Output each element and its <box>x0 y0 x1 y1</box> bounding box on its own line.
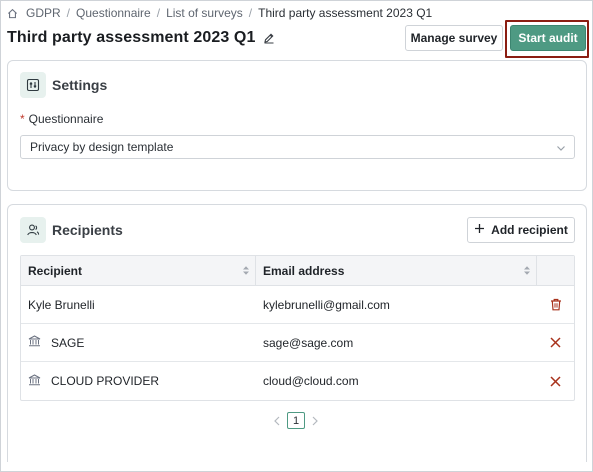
start-audit-button[interactable]: Start audit <box>510 25 586 51</box>
table-row: CLOUD PROVIDER cloud@cloud.com <box>21 362 574 400</box>
recipient-name: Kyle Brunelli <box>28 297 95 312</box>
table-row: Kyle Brunelli kylebrunelli@gmail.com <box>21 286 574 324</box>
page-header: Third party assessment 2023 Q1 <box>7 29 275 47</box>
edit-pencil-icon[interactable] <box>263 32 275 44</box>
column-header-label: Email address <box>263 263 345 278</box>
chevron-left-icon[interactable] <box>273 416 281 426</box>
table-row: SAGE sage@sage.com <box>21 324 574 362</box>
recipients-card: Recipients Add recipient Recipient Email… <box>7 204 587 462</box>
column-header-actions <box>537 256 574 285</box>
recipients-table: Recipient Email address Kyle Brunelli ky… <box>20 255 575 401</box>
breadcrumb-separator: / <box>66 6 71 20</box>
breadcrumb-questionnaire[interactable]: Questionnaire <box>76 6 151 20</box>
settings-title: Settings <box>52 77 108 93</box>
users-icon <box>20 217 46 243</box>
actions-cell <box>537 298 574 311</box>
recipient-cell: SAGE <box>21 335 256 350</box>
page-title: Third party assessment 2023 Q1 <box>7 29 256 46</box>
recipient-cell: CLOUD PROVIDER <box>21 373 256 389</box>
institution-icon <box>28 335 41 350</box>
settings-sliders-icon <box>20 72 46 98</box>
recipient-email: sage@sage.com <box>263 335 354 350</box>
email-cell: sage@sage.com <box>256 336 537 350</box>
questionnaire-select[interactable]: Privacy by design template <box>20 135 575 159</box>
close-icon[interactable] <box>550 375 561 387</box>
questionnaire-select-value: Privacy by design template <box>30 140 174 154</box>
trash-icon[interactable] <box>550 298 562 311</box>
questionnaire-label-text: Questionnaire <box>28 112 104 126</box>
chevron-right-icon[interactable] <box>311 416 319 426</box>
recipient-cell: Kyle Brunelli <box>21 298 256 312</box>
recipient-name: CLOUD PROVIDER <box>51 374 160 388</box>
plus-icon <box>474 223 485 237</box>
page-number-button[interactable]: 1 <box>287 412 305 429</box>
breadcrumb-current: Third party assessment 2023 Q1 <box>258 6 433 20</box>
recipients-title: Recipients <box>52 222 123 238</box>
recipient-name: SAGE <box>51 335 85 350</box>
close-icon[interactable] <box>550 337 561 348</box>
sort-icon[interactable] <box>523 265 531 279</box>
required-marker: * <box>20 112 25 126</box>
pagination: 1 <box>273 412 319 429</box>
settings-card: Settings * Questionnaire Privacy by desig… <box>7 60 587 191</box>
table-header: Recipient Email address <box>21 256 574 286</box>
recipient-email: cloud@cloud.com <box>263 374 359 388</box>
recipient-email: kylebrunelli@gmail.com <box>263 297 390 312</box>
questionnaire-label: * Questionnaire <box>20 112 103 126</box>
email-cell: kylebrunelli@gmail.com <box>256 298 537 312</box>
breadcrumb-list-of-surveys[interactable]: List of surveys <box>166 6 243 20</box>
manage-survey-button[interactable]: Manage survey <box>405 25 503 51</box>
column-header-recipient[interactable]: Recipient <box>21 256 256 285</box>
add-recipient-button[interactable]: Add recipient <box>467 217 575 243</box>
home-icon[interactable] <box>7 8 18 19</box>
institution-icon <box>28 373 41 389</box>
breadcrumb-separator: / <box>156 6 161 20</box>
actions-cell <box>537 337 574 348</box>
column-header-email[interactable]: Email address <box>256 256 537 285</box>
chevron-down-icon <box>556 142 566 156</box>
breadcrumb-gdpr[interactable]: GDPR <box>26 6 61 20</box>
breadcrumb-separator: / <box>248 6 253 20</box>
breadcrumb: GDPR / Questionnaire / List of surveys /… <box>7 6 432 20</box>
actions-cell <box>537 375 574 387</box>
sort-icon[interactable] <box>242 265 250 279</box>
column-header-label: Recipient <box>28 263 83 278</box>
email-cell: cloud@cloud.com <box>256 374 537 388</box>
add-recipient-label: Add recipient <box>491 223 568 237</box>
